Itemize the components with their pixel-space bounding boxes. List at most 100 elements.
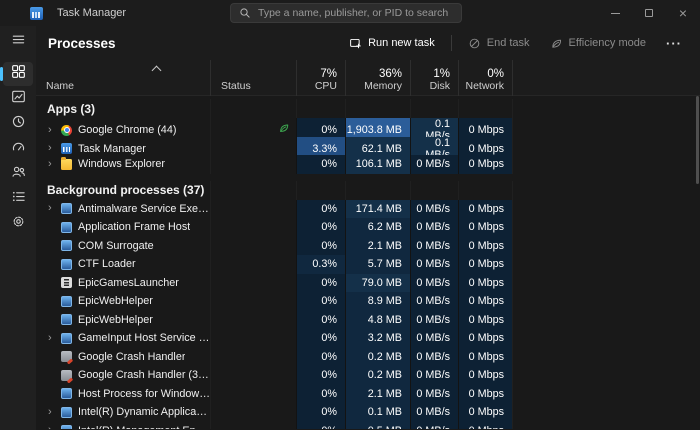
process-row[interactable]: ›Application Frame Host0%6.2 MB0 MB/s0 M… — [36, 218, 700, 237]
command-bar-actions: Run new task End task Efficiency mode ··… — [341, 32, 690, 55]
end-task-label: End task — [487, 37, 530, 49]
column-header-name[interactable]: Name — [36, 60, 210, 96]
disk-cell: 0 MB/s — [410, 155, 458, 174]
crash-icon — [61, 370, 72, 381]
process-row[interactable]: ›EpicWebHelper0%8.9 MB0 MB/s0 Mbps — [36, 292, 700, 311]
window-icon — [61, 425, 72, 429]
sidebar-item-services[interactable] — [3, 212, 33, 236]
process-row[interactable]: ›Host Process for Windows Tasks0%2.1 MB0… — [36, 385, 700, 404]
window-icon — [61, 203, 72, 214]
run-new-task-label: Run new task — [368, 37, 435, 49]
status-cell — [210, 366, 296, 385]
process-row[interactable]: ›Windows Explorer0%106.1 MB0 MB/s0 Mbps — [36, 155, 700, 174]
process-name: GameInput Host Service (2) — [78, 332, 210, 344]
disk-cell: 0 MB/s — [410, 348, 458, 367]
disk-total: 1% — [411, 68, 458, 80]
process-name-cell: ›Application Frame Host — [36, 218, 210, 237]
sidebar-item-menu[interactable] — [3, 30, 33, 54]
status-cell — [210, 200, 296, 219]
expand-chevron-icon[interactable]: › — [48, 425, 59, 429]
window-icon — [61, 314, 72, 325]
services-icon — [11, 214, 26, 234]
process-row[interactable]: ›GameInput Host Service (2)0%3.2 MB0 MB/… — [36, 329, 700, 348]
sidebar-item-details[interactable] — [3, 187, 33, 211]
maximize-button[interactable] — [632, 0, 666, 26]
status-cell — [210, 422, 296, 430]
process-row[interactable]: ›COM Surrogate0%2.1 MB0 MB/s0 Mbps — [36, 237, 700, 256]
sidebar-item-processes[interactable] — [3, 62, 33, 86]
process-name-cell: ›EpicWebHelper — [36, 292, 210, 311]
expand-chevron-icon[interactable]: › — [48, 125, 59, 136]
sidebar-item-app-history[interactable] — [3, 112, 33, 136]
command-bar: Processes Run new task End task Efficien… — [36, 26, 700, 60]
network-total: 0% — [459, 68, 512, 80]
expand-chevron-icon[interactable]: › — [48, 407, 59, 418]
process-row[interactable]: ›Google Crash Handler (32 bit)0%0.2 MB0 … — [36, 366, 700, 385]
memory-cell: 6.2 MB — [345, 218, 410, 237]
expand-chevron-icon[interactable]: › — [48, 143, 59, 154]
network-cell: 0 Mbps — [458, 329, 512, 348]
process-name-cell: ›Antimalware Service Executable — [36, 200, 210, 219]
process-name: EpicWebHelper — [78, 295, 153, 307]
process-table-body: Apps (3)›Google Chrome (44)0%1,903.8 MB0… — [36, 96, 700, 429]
network-cell: 0 Mbps — [458, 292, 512, 311]
process-row[interactable]: ›Google Crash Handler0%0.2 MB0 MB/s0 Mbp… — [36, 348, 700, 367]
window-icon — [61, 222, 72, 233]
end-task-icon — [468, 37, 481, 50]
app-history-icon — [11, 114, 26, 134]
disk-cell: 0 MB/s — [410, 366, 458, 385]
window-controls: × — [598, 0, 700, 26]
memory-cell: 4.8 MB — [345, 311, 410, 330]
process-name: Task Manager — [78, 143, 146, 155]
process-row[interactable]: ›Intel(R) Dynamic Application ...0%0.1 M… — [36, 403, 700, 422]
expand-chevron-icon[interactable]: › — [48, 333, 59, 344]
window-icon — [61, 259, 72, 270]
process-row[interactable]: ›Task Manager3.3%62.1 MB0.1 MB/s0 Mbps — [36, 137, 700, 156]
process-row[interactable]: ›CTF Loader0.3%5.7 MB0 MB/s0 Mbps — [36, 255, 700, 274]
more-options-button[interactable]: ··· — [658, 34, 690, 53]
efficiency-mode-button[interactable]: Efficiency mode — [542, 32, 654, 55]
column-header-status[interactable]: Status — [210, 60, 296, 96]
cpu-cell: 0% — [296, 292, 345, 311]
column-header-disk[interactable]: 1% Disk — [410, 60, 458, 96]
cpu-cell: 0% — [296, 348, 345, 367]
expand-chevron-icon[interactable]: › — [48, 203, 59, 214]
expand-chevron-icon[interactable]: › — [48, 159, 59, 170]
folder-icon — [61, 159, 72, 170]
sidebar-item-performance[interactable] — [3, 87, 33, 111]
process-row[interactable]: ›Google Chrome (44)0%1,903.8 MB0.1 MB/s0… — [36, 118, 700, 137]
vertical-scrollbar[interactable] — [695, 96, 699, 429]
section-header[interactable]: Apps (3) — [36, 99, 700, 118]
epic-icon — [61, 277, 72, 288]
process-name: EpicGamesLauncher — [78, 277, 179, 289]
window-icon — [61, 407, 72, 418]
column-header-cpu[interactable]: 7% CPU — [296, 60, 345, 96]
sort-ascending-icon — [153, 65, 160, 72]
scrollbar-thumb[interactable] — [696, 96, 699, 184]
memory-total: 36% — [346, 68, 410, 80]
sidebar-item-users[interactable] — [3, 162, 33, 186]
process-row[interactable]: ›Intel(R) Management Engine ...0%0.5 MB0… — [36, 422, 700, 430]
end-task-button[interactable]: End task — [460, 32, 538, 55]
process-row[interactable]: ›EpicWebHelper0%4.8 MB0 MB/s0 Mbps — [36, 311, 700, 330]
memory-cell: 5.7 MB — [345, 255, 410, 274]
column-header-memory[interactable]: 36% Memory — [345, 60, 410, 96]
cpu-cell: 0% — [296, 274, 345, 293]
minimize-icon — [611, 13, 620, 14]
run-new-task-button[interactable]: Run new task — [341, 32, 443, 55]
memory-cell: 2.1 MB — [345, 385, 410, 404]
process-name-cell: ›Intel(R) Management Engine ... — [36, 422, 210, 430]
process-row[interactable]: ›EpicGamesLauncher0%79.0 MB0 MB/s0 Mbps — [36, 274, 700, 293]
cpu-cell: 0% — [296, 366, 345, 385]
search-input[interactable] — [258, 7, 453, 19]
process-row[interactable]: ›Antimalware Service Executable0%171.4 M… — [36, 200, 700, 219]
close-button[interactable]: × — [666, 0, 700, 26]
section-header[interactable]: Background processes (37) — [36, 181, 700, 200]
column-header-network[interactable]: 0% Network — [458, 60, 512, 96]
chrome-icon — [61, 125, 72, 136]
minimize-button[interactable] — [598, 0, 632, 26]
sidebar-item-startup-apps[interactable] — [3, 137, 33, 161]
window-icon — [61, 296, 72, 307]
process-name-cell: ›Google Crash Handler (32 bit) — [36, 366, 210, 385]
search-box[interactable] — [230, 3, 462, 23]
